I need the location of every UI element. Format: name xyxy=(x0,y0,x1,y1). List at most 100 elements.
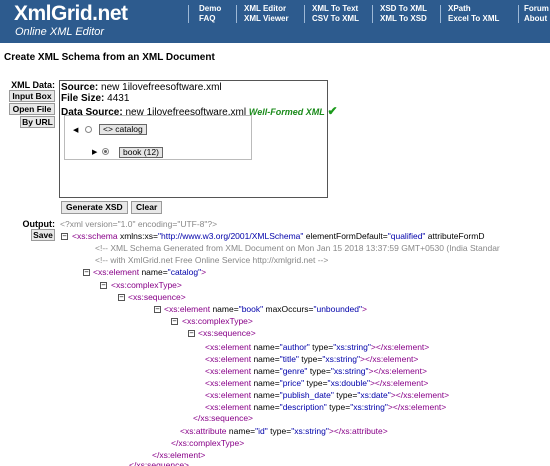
book-radio[interactable] xyxy=(102,148,109,155)
code-token: <xs:sequence> xyxy=(128,292,186,302)
by-url-button[interactable]: By URL xyxy=(20,116,55,128)
source-label: Source: xyxy=(61,82,99,93)
code-line: <!-- with XmlGrid.net Free Online Servic… xyxy=(95,255,328,265)
collapse-toggle-icon[interactable]: − xyxy=(154,306,161,313)
input-box-button[interactable]: Input Box xyxy=(9,90,55,102)
code-token: <xs:element xyxy=(205,366,254,376)
code-token: type= xyxy=(304,378,328,388)
code-token: name= xyxy=(253,366,280,376)
code-token: ></xs:element> xyxy=(370,342,430,352)
collapse-toggle-icon[interactable]: − xyxy=(100,282,107,289)
code-token: name= xyxy=(228,426,256,436)
code-token: "xs:string" xyxy=(333,342,371,352)
nav-divider xyxy=(304,5,305,23)
code-line: </xs:sequence> xyxy=(129,460,189,466)
code-line: <xs:element name="book" maxOccurs="unbou… xyxy=(164,304,367,314)
open-file-button[interactable]: Open File xyxy=(9,103,55,115)
code-token: ></xs:attribute> xyxy=(328,426,388,436)
code-token: "description" xyxy=(279,402,327,412)
code-line: <xs:attribute name="id" type="xs:string"… xyxy=(180,426,388,436)
code-token: ></xs:element> xyxy=(369,378,429,388)
code-token: type= xyxy=(333,390,358,400)
nav-xml-editor-link[interactable]: XML Editor xyxy=(244,4,289,14)
code-line: </xs:complexType> xyxy=(171,438,244,448)
nav-excel-to-xml-link[interactable]: Excel To XML xyxy=(448,14,499,24)
nav-xml-viewer-link[interactable]: XML Viewer xyxy=(244,14,289,24)
code-token: "title" xyxy=(279,354,299,364)
nav-csv-to-xml-link[interactable]: CSV To XML xyxy=(312,14,359,24)
catalog-radio[interactable] xyxy=(85,126,92,133)
nav-demo-link[interactable]: Demo xyxy=(199,4,221,14)
nav-xpath-link[interactable]: XPath xyxy=(448,4,499,14)
code-token: type= xyxy=(267,426,292,436)
code-token: "genre" xyxy=(279,366,308,376)
generate-xsd-button[interactable]: Generate XSD xyxy=(61,201,128,214)
code-token: name= xyxy=(253,402,280,412)
code-token: <xs:element xyxy=(93,267,142,277)
nav-divider xyxy=(518,5,519,23)
collapse-arrow-icon[interactable]: ◀ xyxy=(73,126,78,134)
nav-column-2: XML Editor XML Viewer xyxy=(244,4,289,24)
nav-about-link[interactable]: About xyxy=(524,14,549,24)
nav-xml-to-xsd-link[interactable]: XML To XSD xyxy=(380,14,427,24)
code-token: type= xyxy=(326,402,351,412)
code-token: "xs:double" xyxy=(327,378,370,388)
site-logo[interactable]: XmlGrid.net xyxy=(14,2,128,26)
code-token: <xs:schema xyxy=(72,231,120,241)
code-line: <xs:complexType> xyxy=(111,280,182,290)
code-token: > xyxy=(201,267,207,277)
nav-forum-link[interactable]: Forum xyxy=(524,4,549,14)
nav-faq-link[interactable]: FAQ xyxy=(199,14,221,24)
code-token: "qualified" xyxy=(387,231,426,241)
nav-column-1: Demo FAQ xyxy=(199,4,221,24)
nav-column-4: XSD To XML XML To XSD xyxy=(380,4,427,24)
code-token: </xs:sequence> xyxy=(193,413,254,423)
code-token: type= xyxy=(307,366,331,376)
clear-button[interactable]: Clear xyxy=(131,201,163,214)
code-line: </xs:element> xyxy=(152,450,205,460)
xml-data-box[interactable]: Source: new 1ilovefreesoftware.xml File … xyxy=(59,80,338,198)
collapse-toggle-icon[interactable]: − xyxy=(118,294,125,301)
code-line: <xs:sequence> xyxy=(198,328,256,338)
code-token: </xs:sequence> xyxy=(129,460,190,466)
code-token: "xs:string" xyxy=(322,354,361,364)
code-token: "xs:string" xyxy=(291,426,329,436)
tree-node-catalog[interactable]: <> catalog xyxy=(99,124,147,135)
site-header: XmlGrid.net Online XML Editor Demo FAQ X… xyxy=(0,0,550,43)
code-token: > xyxy=(362,304,368,314)
wellformed-status: Well-Formed XML xyxy=(248,107,325,117)
collapse-toggle-icon[interactable]: − xyxy=(61,233,68,240)
collapse-toggle-icon[interactable]: − xyxy=(188,330,195,337)
code-line: <!-- XML Schema Generated from XML Docum… xyxy=(95,243,500,253)
code-token: name= xyxy=(141,267,168,277)
code-line: <xs:element name="price" type="xs:double… xyxy=(205,378,428,388)
code-token: "xs:string" xyxy=(350,402,388,412)
code-token: <!-- with XmlGrid.net Free Online Servic… xyxy=(95,255,329,265)
collapse-toggle-icon[interactable]: − xyxy=(171,318,178,325)
code-line: <xs:element name="title" type="xs:string… xyxy=(205,354,418,364)
nav-divider xyxy=(372,5,373,23)
nav-column-3: XML To Text CSV To XML xyxy=(312,4,359,24)
code-token: <xs:attribute xyxy=(180,426,229,436)
code-token: name= xyxy=(212,304,239,314)
nav-divider xyxy=(236,5,237,23)
nav-divider xyxy=(440,5,441,23)
code-token: name= xyxy=(253,378,280,388)
code-line: <xs:element name="genre" type="xs:string… xyxy=(205,366,427,376)
output-label: Output: xyxy=(22,219,55,229)
xml-data-label: XML Data: xyxy=(11,80,55,90)
code-token: type= xyxy=(309,342,334,352)
code-token: "xs:date" xyxy=(357,390,391,400)
code-line: <?xml version="1.0" encoding="UTF-8"?> xyxy=(60,219,217,229)
nav-column-5: XPath Excel To XML xyxy=(448,4,499,24)
collapse-toggle-icon[interactable]: − xyxy=(83,269,90,276)
expand-arrow-icon[interactable]: ▶ xyxy=(92,148,97,156)
code-token: "xs:string" xyxy=(330,366,369,376)
nav-xsd-to-xml-link[interactable]: XSD To XML xyxy=(380,4,427,14)
nav-xml-to-text-link[interactable]: XML To Text xyxy=(312,4,359,14)
code-token: "price" xyxy=(279,378,305,388)
code-line: </xs:sequence> xyxy=(193,413,253,423)
tree-node-book[interactable]: book (12) xyxy=(119,147,163,158)
save-button[interactable]: Save xyxy=(31,229,55,241)
xml-tree-panel: ◀ <> catalog ▶ book (12) xyxy=(64,115,252,160)
